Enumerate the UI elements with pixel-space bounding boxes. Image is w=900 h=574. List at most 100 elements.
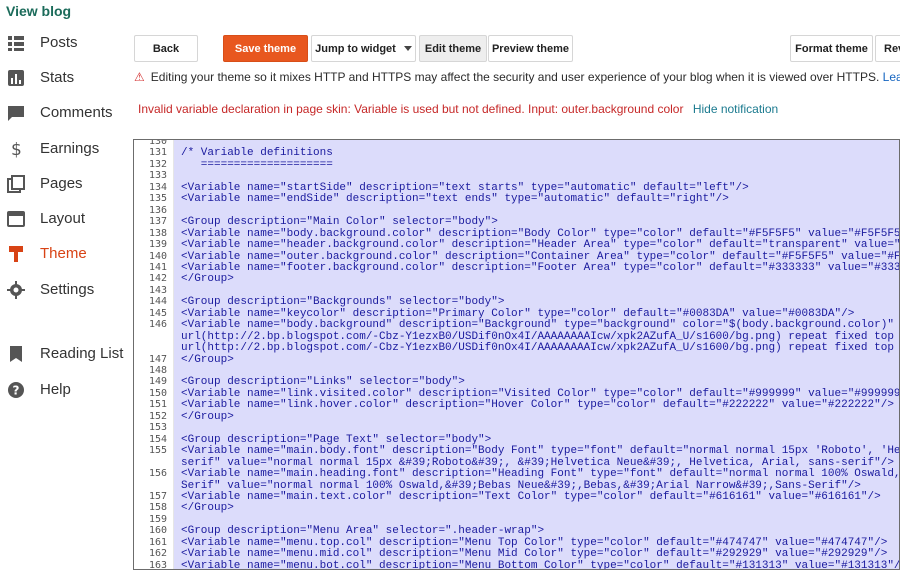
code-line: <Variable name="outer.background.color" … [181, 250, 900, 263]
line-number: 163 [148, 559, 167, 570]
https-warning: ⚠ Editing your theme so it mixes HTTP and… [134, 70, 900, 84]
line-number: 147 [148, 353, 167, 365]
line-number: 148 [148, 365, 167, 376]
earnings-icon: $ [11, 140, 22, 158]
sidebar-item-layout[interactable]: Layout [0, 204, 130, 234]
line-number: 146 [148, 319, 167, 331]
sidebar-item-help[interactable]: ? Help [0, 375, 130, 405]
sidebar-item-label: Settings [40, 281, 95, 298]
code-line: </Group> [181, 353, 234, 366]
sidebar-item-stats[interactable]: Stats [0, 63, 130, 93]
line-number: 140 [148, 250, 167, 262]
sidebar-item-settings[interactable]: Settings [0, 275, 130, 305]
sidebar-item-label: Comments [40, 104, 113, 121]
code-area[interactable]: /* Variable definitions ================… [179, 140, 899, 569]
code-line: <Variable name="endSide" description="te… [181, 193, 729, 206]
warning-icon: ⚠ [134, 70, 145, 84]
code-line: <Variable name="main.text.color" descrip… [181, 490, 881, 503]
code-line: <Variable name="main.heading.font" descr… [181, 468, 900, 481]
code-line: <Variable name="keycolor" description="P… [181, 307, 855, 320]
line-number: 158 [148, 502, 167, 514]
sidebar-item-label: Pages [40, 175, 83, 192]
code-line: <Variable name="menu.bot.col" descriptio… [181, 559, 900, 570]
hide-notification-link[interactable]: Hide notification [693, 102, 778, 116]
code-line: <Variable name="footer.background.color"… [181, 261, 900, 274]
theme-code-editor[interactable]: 130 131 132 133 134 135 136 137 138 139 140 141 142 1… [133, 139, 900, 570]
line-number: 137 [148, 216, 167, 228]
code-line: <Variable name="main.body.font" descript… [181, 445, 900, 458]
revert-button[interactable]: Rev [875, 35, 900, 62]
comments-icon [8, 106, 24, 121]
jump-to-widget-dropdown[interactable]: Jump to widget [311, 35, 416, 62]
sidebar-item-posts[interactable]: Posts [0, 28, 130, 58]
sidebar-item-label: Theme [40, 245, 87, 262]
skin-error-text: Invalid variable declaration in page ski… [138, 102, 684, 116]
code-line: <Variable name="startSide" description="… [181, 181, 749, 194]
code-line: <Group description="Backgrounds" selecto… [181, 296, 505, 309]
sidebar-item-label: Reading List [40, 345, 124, 362]
code-line: <Group description="Links" selector="bod… [181, 376, 465, 389]
jump-to-widget-label: Jump to widget [315, 42, 396, 55]
line-number-gutter: 130 131 132 133 134 135 136 137 138 139 140 141 142 1… [134, 140, 174, 569]
layout-icon [7, 211, 25, 227]
code-line: ==================== [181, 158, 333, 171]
format-theme-button[interactable]: Format theme [790, 35, 873, 62]
line-number: 131 [148, 147, 167, 159]
line-number: 154 [148, 433, 167, 445]
line-number: 142 [148, 273, 167, 285]
code-line: Serif" value="normal normal 100% Oswald,… [181, 479, 861, 492]
line-number: 162 [148, 548, 167, 560]
theme-icon [9, 246, 23, 262]
code-line: <Variable name="body.background" descrip… [181, 319, 894, 332]
sidebar-item-pages[interactable]: Pages [0, 169, 130, 199]
line-number: 159 [148, 513, 167, 525]
code-line: <Variable name="link.visited.color" desc… [181, 387, 900, 400]
line-number: 151 [148, 399, 167, 411]
line-number: 153 [148, 422, 167, 434]
code-line: <Variable name="menu.mid.col" descriptio… [181, 548, 888, 561]
svg-text:?: ? [13, 384, 20, 398]
line-number: 152 [148, 410, 167, 422]
line-number: 155 [148, 445, 167, 457]
sidebar-item-reading-list[interactable]: Reading List [0, 339, 130, 369]
sidebar-item-earnings[interactable]: $ Earnings [0, 134, 130, 164]
help-icon: ? [8, 382, 24, 398]
svg-text:$: $ [11, 140, 22, 158]
line-number: 134 [148, 181, 167, 193]
line-number: 160 [148, 525, 167, 537]
line-number: 149 [148, 376, 167, 388]
save-theme-button[interactable]: Save theme [223, 35, 308, 62]
edit-theme-button[interactable]: Edit theme [419, 35, 487, 62]
line-number: 143 [148, 284, 167, 296]
line-number: 139 [148, 239, 167, 251]
line-number: 141 [148, 261, 167, 273]
back-button[interactable]: Back [134, 35, 198, 62]
code-line: </Group> [181, 410, 234, 423]
line-number: 132 [148, 158, 167, 170]
settings-icon [7, 281, 25, 299]
sidebar-item-label: Earnings [40, 140, 100, 157]
line-number: 133 [148, 170, 167, 182]
line-number: 156 [148, 468, 167, 480]
code-line: <Group description="Page Text" selector=… [181, 433, 492, 446]
skin-error-notification: Invalid variable declaration in page ski… [138, 102, 778, 116]
sidebar-item-label: Stats [40, 69, 75, 86]
code-line: url(http://2.bp.blogspot.com/-Cbz-Y1ezxB… [181, 330, 900, 343]
line-number: 145 [148, 307, 167, 319]
code-line: </Group> [181, 502, 234, 515]
preview-theme-button[interactable]: Preview theme [488, 35, 573, 62]
sidebar-item-comments[interactable]: Comments [0, 98, 130, 128]
learn-more-link[interactable]: Learn mo [883, 70, 900, 84]
code-line: serif" value="normal normal 15px &#39;Ro… [181, 456, 894, 469]
line-number: 161 [148, 536, 167, 548]
posts-icon [8, 36, 24, 51]
sidebar-item-theme[interactable]: Theme [0, 239, 130, 269]
chevron-down-icon [403, 46, 412, 51]
view-blog-link[interactable]: View blog [6, 3, 71, 19]
line-number: 135 [148, 193, 167, 205]
line-number: 138 [148, 227, 167, 239]
code-line: <Group description="Menu Area" selector=… [181, 525, 545, 538]
line-number: 144 [148, 296, 167, 308]
line-number: 150 [148, 387, 167, 399]
sidebar-item-label: Help [40, 381, 71, 398]
